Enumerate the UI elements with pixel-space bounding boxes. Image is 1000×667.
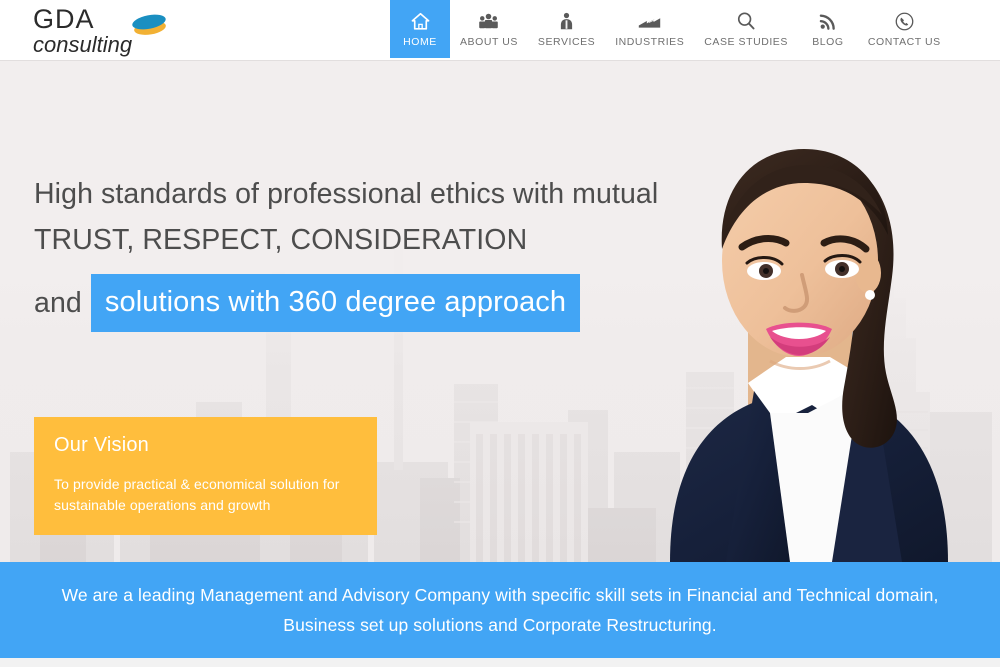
nav-item-blog[interactable]: BLOG [798,0,858,58]
headline-line-3: and solutions with 360 degree approach [34,274,734,332]
page-bottom-strip [0,658,1000,667]
logo-text-secondary: consulting [33,32,133,57]
nav-label-home: HOME [403,36,437,48]
headline-highlight: solutions with 360 degree approach [90,274,581,332]
rss-icon [818,9,838,33]
intro-banner-text: We are a leading Management and Advisory… [61,585,939,635]
site-logo[interactable]: GDA consulting [33,4,213,57]
phone-circle-icon [894,9,915,33]
logo-swoosh-icon [124,12,174,36]
nav-label-industries: INDUSTRIES [615,36,685,48]
vision-body: To provide practical & economical soluti… [54,476,340,513]
nav-item-services[interactable]: SERVICES [528,0,605,58]
nav-item-case-studies[interactable]: CASE STUDIES [694,0,798,58]
our-vision-card: Our Vision To provide practical & econom… [34,417,377,535]
home-icon [410,9,431,33]
hero-headline: High standards of professional ethics wi… [34,171,734,332]
nav-label-services: SERVICES [537,36,596,48]
nav-label-case-studies: CASE STUDIES [704,36,788,48]
hero-section: High standards of professional ethics wi… [0,61,1000,562]
people-group-icon [476,9,501,33]
nav-item-industries[interactable]: INDUSTRIES [605,0,694,58]
factory-icon [637,9,662,33]
magnifier-icon [735,9,757,33]
headline-line-2: TRUST, RESPECT, CONSIDERATION [34,224,528,256]
main-navigation[interactable]: HOME ABOUT US SERVICES INDUSTRIES CASE S… [390,0,951,58]
page-root: GDA consulting HOME ABOUT US SERVICES IN… [0,0,1000,667]
site-header: GDA consulting HOME ABOUT US SERVICES IN… [0,0,1000,61]
nav-label-about-us: ABOUT US [460,36,518,48]
intro-banner: We are a leading Management and Advisory… [0,562,1000,658]
nav-item-home[interactable]: HOME [390,0,450,58]
logo-text-primary: GDA [33,4,95,34]
nav-item-about-us[interactable]: ABOUT US [450,0,528,58]
headline-line-1: High standards of professional ethics wi… [34,178,659,210]
nav-label-contact-us: CONTACT US [867,36,941,48]
headline-prefix: and [34,287,82,319]
vision-title: Our Vision [54,434,150,456]
nav-item-contact-us[interactable]: CONTACT US [858,0,951,58]
nav-label-blog: BLOG [812,36,844,48]
person-support-icon [558,9,575,33]
